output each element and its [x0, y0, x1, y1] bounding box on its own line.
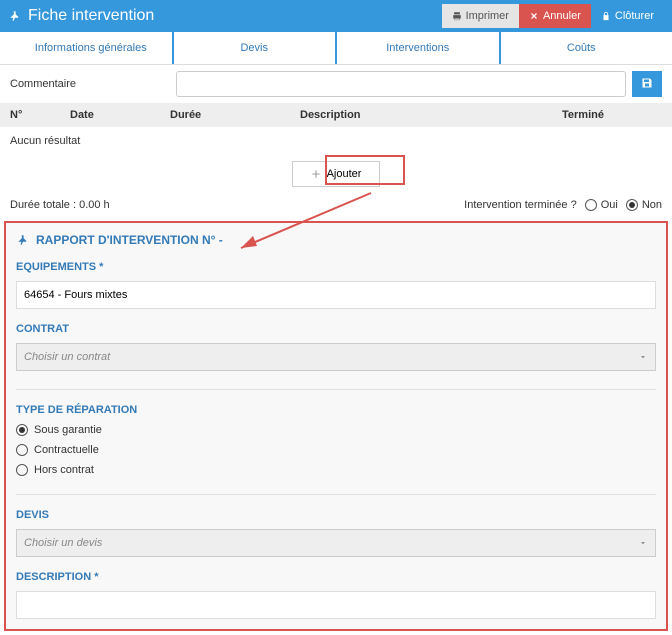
radio-circle-warranty [16, 424, 28, 436]
table-header: N° Date Durée Description Terminé [0, 103, 672, 127]
repair-out-label: Hors contrat [34, 464, 94, 476]
devis-label: DEVIS [16, 509, 656, 521]
divider-2 [16, 494, 656, 495]
page-title: Fiche intervention [28, 7, 154, 25]
save-icon [641, 77, 653, 89]
chevron-down-icon [638, 352, 648, 362]
add-row: Ajouter [0, 155, 672, 193]
th-finished: Terminé [562, 109, 662, 121]
close-button[interactable]: Clôturer [591, 4, 664, 28]
chevron-down-icon [638, 538, 648, 548]
devis-select[interactable]: Choisir un devis [16, 529, 656, 557]
close-icon [529, 11, 539, 21]
repair-warranty-label: Sous garantie [34, 424, 102, 436]
equipment-label: EQUIPEMENTS * [16, 261, 656, 273]
repair-out[interactable]: Hors contrat [16, 464, 656, 476]
divider [16, 389, 656, 390]
tab-costs[interactable]: Coûts [501, 32, 663, 64]
radio-yes-label: Oui [601, 199, 618, 211]
radio-circle-contractual [16, 444, 28, 456]
tabs: Informations générales Devis Interventio… [0, 32, 672, 65]
cancel-label: Annuler [543, 10, 581, 22]
empty-result: Aucun résultat [0, 127, 672, 155]
radio-yes[interactable]: Oui [585, 199, 618, 211]
print-icon [452, 11, 462, 21]
description-input[interactable] [16, 591, 656, 619]
finished-question: Intervention terminée ? Oui Non [464, 199, 662, 211]
add-label: Ajouter [327, 168, 362, 180]
repair-type-label: TYPE DE RÉPARATION [16, 404, 656, 416]
comment-label: Commentaire [10, 78, 170, 90]
devis-placeholder: Choisir un devis [24, 537, 102, 549]
report-title: RAPPORT D'INTERVENTION N° - [36, 233, 223, 247]
cancel-button[interactable]: Annuler [519, 4, 591, 28]
description-label: DESCRIPTION * [16, 571, 656, 583]
radio-circle-out [16, 464, 28, 476]
comment-input[interactable] [176, 71, 626, 97]
repair-contractual-label: Contractuelle [34, 444, 99, 456]
duration-total: Durée totale : 0.00 h [10, 199, 110, 211]
pushpin-icon [16, 233, 30, 247]
radio-no-label: Non [642, 199, 662, 211]
report-form: RAPPORT D'INTERVENTION N° - EQUIPEMENTS … [4, 221, 668, 631]
add-button[interactable]: Ajouter [292, 161, 381, 187]
contract-select[interactable]: Choisir un contrat [16, 343, 656, 371]
equipment-input[interactable] [16, 281, 656, 309]
finished-label: Intervention terminée ? [464, 199, 577, 211]
contract-placeholder: Choisir un contrat [24, 351, 110, 363]
report-title-row: RAPPORT D'INTERVENTION N° - [16, 233, 656, 247]
plus-icon [311, 169, 321, 179]
print-button[interactable]: Imprimer [442, 4, 519, 28]
th-description: Description [300, 109, 562, 121]
radio-circle-yes [585, 199, 597, 211]
page-header: Fiche intervention Imprimer Annuler Clôt… [0, 0, 672, 32]
save-comment-button[interactable] [632, 71, 662, 97]
radio-circle-no [626, 199, 638, 211]
tab-interventions[interactable]: Interventions [337, 32, 501, 64]
close-label: Clôturer [615, 10, 654, 22]
page-title-wrap: Fiche intervention [8, 7, 442, 25]
pushpin-icon [8, 9, 22, 23]
th-date: Date [70, 109, 170, 121]
repair-warranty[interactable]: Sous garantie [16, 424, 656, 436]
duration-row: Durée totale : 0.00 h Intervention termi… [0, 193, 672, 217]
lock-icon [601, 11, 611, 21]
radio-no[interactable]: Non [626, 199, 662, 211]
print-label: Imprimer [466, 10, 509, 22]
tab-info[interactable]: Informations générales [10, 32, 174, 64]
repair-contractual[interactable]: Contractuelle [16, 444, 656, 456]
header-actions: Imprimer Annuler Clôturer [442, 4, 664, 28]
tab-devis[interactable]: Devis [174, 32, 338, 64]
comment-row: Commentaire [0, 65, 672, 103]
contract-label: CONTRAT [16, 323, 656, 335]
th-num: N° [10, 109, 70, 121]
th-duration: Durée [170, 109, 300, 121]
